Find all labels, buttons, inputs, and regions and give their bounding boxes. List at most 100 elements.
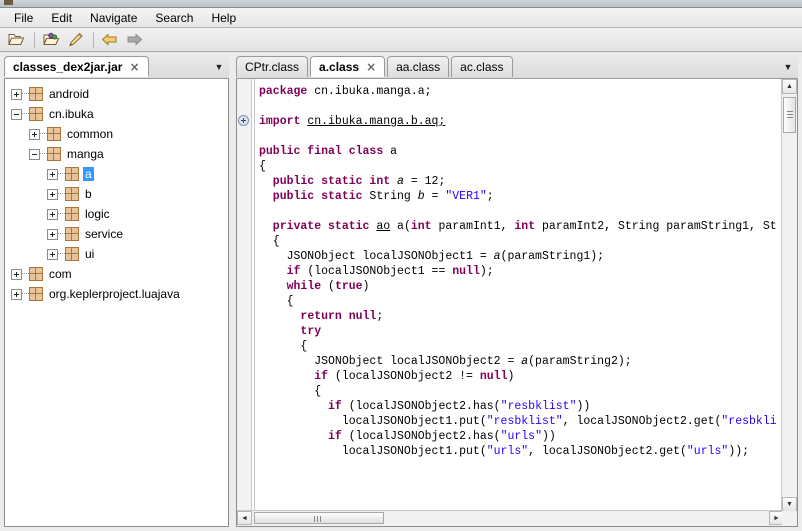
menu-bar: File Edit Navigate Search Help (0, 8, 802, 28)
code-token: = 12; (404, 175, 445, 188)
tab-label: ac.class (460, 60, 503, 74)
menu-navigate[interactable]: Navigate (82, 9, 145, 27)
tab-aa-class[interactable]: aa.class (387, 56, 449, 77)
tree-item-ui[interactable]: ui (11, 244, 228, 264)
tab-a-class[interactable]: a.class × (310, 56, 385, 77)
close-icon[interactable]: × (129, 61, 139, 73)
code-token: if (314, 370, 328, 383)
tree-item-logic[interactable]: logic (11, 204, 228, 224)
tree-item-android[interactable]: android (11, 84, 228, 104)
code-token: private static (259, 220, 376, 233)
code-token: null (452, 265, 480, 278)
expand-icon[interactable] (47, 169, 58, 180)
tree-item-label: service (83, 227, 125, 241)
menu-edit[interactable]: Edit (43, 9, 80, 27)
menu-search[interactable]: Search (147, 9, 201, 27)
fold-expand-icon[interactable] (238, 115, 249, 126)
navigate-back-icon[interactable] (99, 30, 121, 50)
tree-item-cn-ibuka[interactable]: cn.ibuka (11, 104, 228, 124)
chevron-down-icon[interactable]: ▼ (782, 61, 794, 73)
code-token: ); (480, 265, 494, 278)
code-line: if (localJSONObject1 == null); (259, 264, 779, 279)
project-tabstrip: classes_dex2jar.jar × ▼ (4, 56, 229, 79)
code-token: { (259, 160, 266, 173)
tree-item-a[interactable]: a (11, 164, 228, 184)
chevron-down-icon[interactable]: ▼ (213, 61, 225, 73)
tab-label: a.class (319, 60, 359, 74)
close-icon[interactable]: × (366, 61, 376, 73)
package-icon (29, 287, 43, 301)
code-token: while (287, 280, 322, 293)
tree-item-label: common (65, 127, 115, 141)
scroll-left-icon[interactable]: ◄ (237, 511, 252, 525)
tree-connector (22, 113, 29, 115)
code-token: (paramString1); (501, 250, 605, 263)
code-line (259, 99, 779, 114)
open-folder-icon[interactable] (5, 30, 27, 50)
code-token: public static (259, 190, 369, 203)
expand-icon[interactable] (47, 249, 58, 260)
package-icon (47, 127, 61, 141)
expand-icon[interactable] (29, 129, 40, 140)
code-editor[interactable]: package cn.ibuka.manga.a; import cn.ibuk… (236, 79, 798, 527)
code-line: if (localJSONObject2.has("urls")) (259, 429, 779, 444)
code-token: a (494, 250, 501, 263)
code-token: (localJSONObject2.has( (342, 400, 501, 413)
code-token (259, 325, 300, 338)
package-icon (65, 227, 79, 241)
editor-vertical-scrollbar[interactable]: ▲ ▼ (781, 79, 797, 512)
tree-connector (22, 293, 29, 295)
tab-ac-class[interactable]: ac.class (451, 56, 512, 77)
decompile-icon[interactable] (64, 30, 86, 50)
package-icon (65, 187, 79, 201)
scroll-down-icon[interactable]: ▼ (782, 497, 797, 512)
tree-item-label: a (83, 167, 94, 181)
code-token: JSONObject localJSONObject2 = (259, 355, 521, 368)
app-icon (4, 0, 13, 5)
expand-icon[interactable] (47, 189, 58, 200)
grip-icon (787, 111, 793, 112)
open-archive-icon[interactable] (40, 30, 62, 50)
tree-item-label: logic (83, 207, 112, 221)
tree-item-manga[interactable]: manga (11, 144, 228, 164)
tab-cptr-class[interactable]: CPtr.class (236, 56, 308, 77)
tree-item-common[interactable]: common (11, 124, 228, 144)
code-line: import cn.ibuka.manga.b.aq; (259, 114, 779, 129)
code-token (259, 310, 300, 323)
editor-horizontal-scrollbar[interactable]: ◄ ► (237, 510, 784, 526)
tree-item-com[interactable]: com (11, 264, 228, 284)
navigate-forward-icon[interactable] (123, 30, 145, 50)
code-token: (localJSONObject1 == (300, 265, 452, 278)
code-line: return null; (259, 309, 779, 324)
code-token: int (411, 220, 432, 233)
gutter-divider (254, 79, 255, 526)
code-token: { (259, 340, 307, 353)
scroll-up-icon[interactable]: ▲ (782, 79, 797, 94)
hscroll-thumb[interactable] (254, 512, 384, 524)
window-titlebar (0, 0, 802, 8)
toolbar-separator-1 (34, 32, 35, 48)
code-token: { (259, 235, 280, 248)
tree-item-label: org.keplerproject.luajava (47, 287, 182, 301)
collapse-icon[interactable] (29, 149, 40, 160)
expand-icon[interactable] (47, 229, 58, 240)
collapse-icon[interactable] (11, 109, 22, 120)
code-token (259, 430, 328, 443)
code-token: package (259, 85, 314, 98)
tree-item-service[interactable]: service (11, 224, 228, 244)
tree-item-b[interactable]: b (11, 184, 228, 204)
expand-icon[interactable] (47, 209, 58, 220)
code-token (259, 400, 328, 413)
code-token (259, 265, 287, 278)
menu-help[interactable]: Help (203, 9, 244, 27)
menu-file[interactable]: File (6, 9, 41, 27)
expand-icon[interactable] (11, 269, 22, 280)
code-line: localJSONObject1.put("urls", localJSONOb… (259, 444, 779, 459)
expand-icon[interactable] (11, 289, 22, 300)
expand-icon[interactable] (11, 89, 22, 100)
tree-item-org-keplerproject-luajava[interactable]: org.keplerproject.luajava (11, 284, 228, 304)
code-token: (paramString2); (528, 355, 632, 368)
vscroll-thumb[interactable] (783, 97, 796, 133)
code-token: true (335, 280, 363, 293)
tab-classes-dex2jar-jar[interactable]: classes_dex2jar.jar × (4, 56, 149, 77)
